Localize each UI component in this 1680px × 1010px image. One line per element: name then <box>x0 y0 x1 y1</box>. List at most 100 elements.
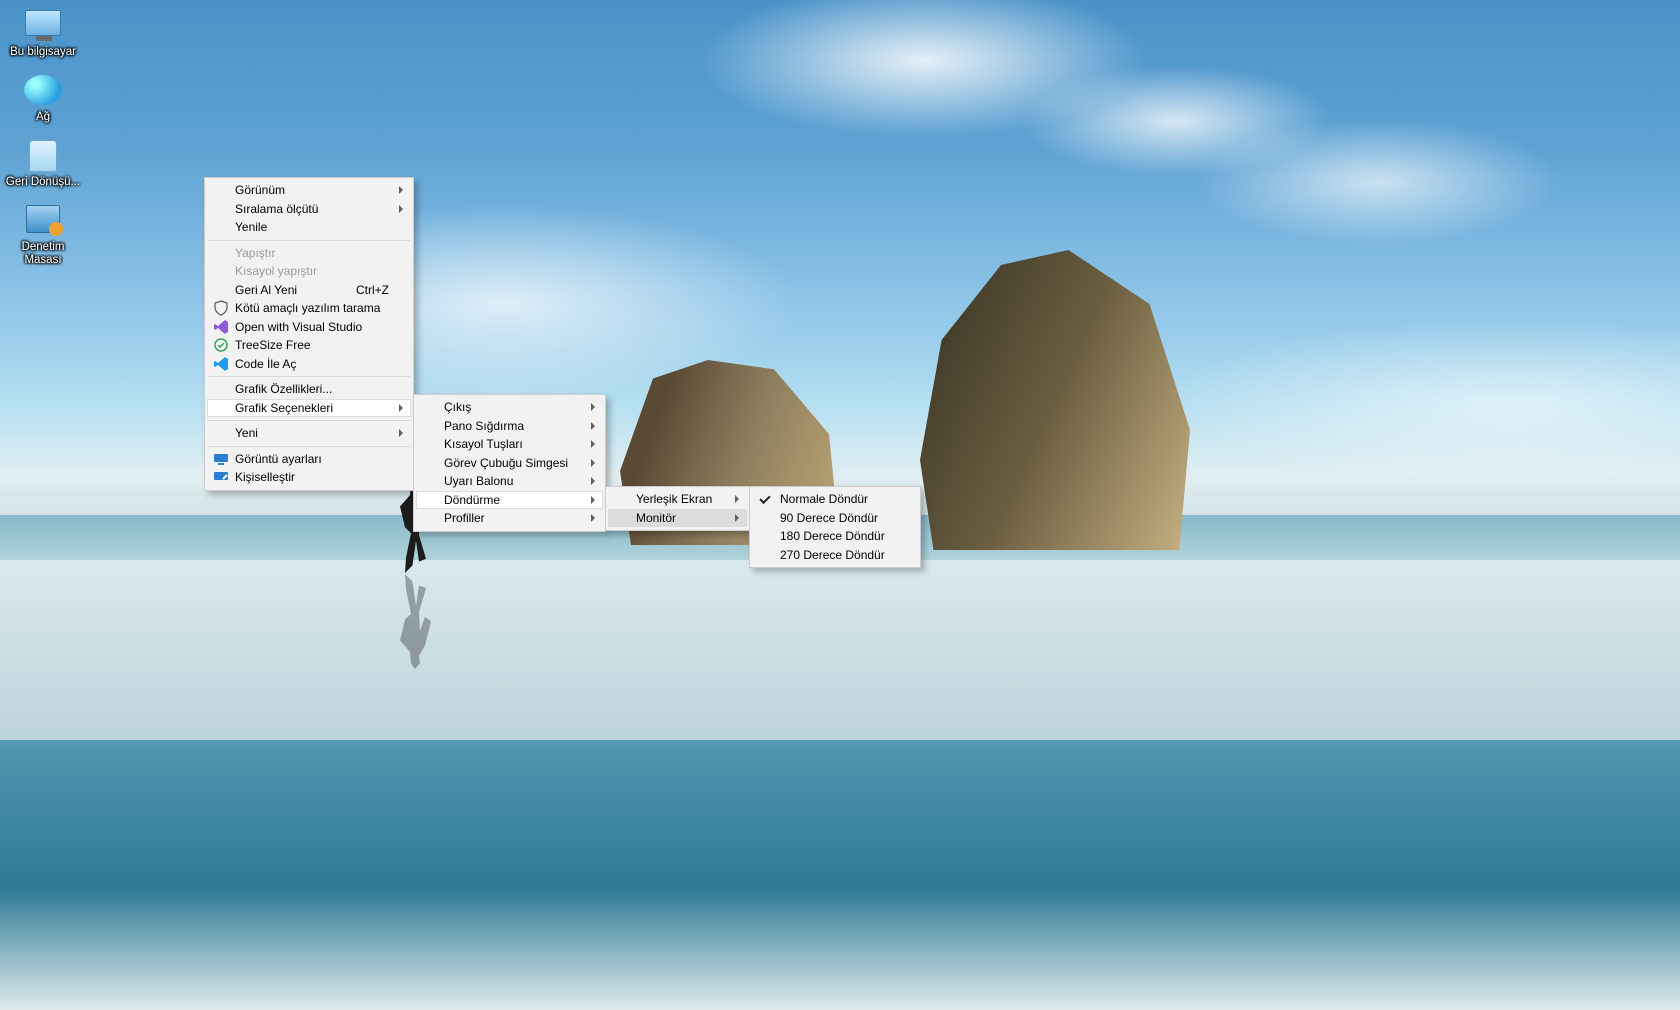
rotation-submenu: Yerleşik Ekran Monitör <box>605 486 750 531</box>
menu-item-label: Çıkış <box>444 400 471 414</box>
checkmark-icon <box>759 493 770 504</box>
desktop-icon-control-panel[interactable]: Denetim Masası <box>4 205 82 267</box>
chevron-right-icon <box>591 477 595 485</box>
vscode-icon <box>213 356 229 372</box>
menu-item-taskbar-icon[interactable]: Görev Çubuğu Simgesi <box>416 454 603 473</box>
menu-item-monitor[interactable]: Monitör <box>608 509 747 528</box>
menu-item-label: Yenile <box>235 220 267 234</box>
menu-item-label: Yapıştır <box>235 246 275 260</box>
menu-item-view[interactable]: Görünüm <box>207 181 411 200</box>
recycle-bin-icon <box>29 140 57 172</box>
menu-separator <box>208 376 410 377</box>
visual-studio-icon <box>213 319 229 335</box>
chevron-right-icon <box>591 440 595 448</box>
menu-item-treesize[interactable]: TreeSize Free <box>207 336 411 355</box>
menu-item-refresh[interactable]: Yenile <box>207 218 411 237</box>
menu-item-label: Geri Al Yeni <box>235 283 297 297</box>
menu-item-label: 90 Derece Döndür <box>780 511 878 525</box>
menu-item-malware-scan[interactable]: Kötü amaçlı yazılım tarama <box>207 299 411 318</box>
network-icon <box>24 75 62 105</box>
menu-item-label: TreeSize Free <box>235 338 311 352</box>
menu-item-rotate-180[interactable]: 180 Derece Döndür <box>752 527 918 546</box>
chevron-right-icon <box>591 514 595 522</box>
desktop-icon-recycle-bin[interactable]: Geri Dönüşü... <box>4 140 82 189</box>
chevron-right-icon <box>399 404 403 412</box>
menu-item-label: Yeni <box>235 426 258 440</box>
menu-item-label: Sıralama ölçütü <box>235 202 318 216</box>
desktop-icon-this-pc[interactable]: Bu bilgisayar <box>4 10 82 59</box>
menu-item-paste: Yapıştır <box>207 244 411 263</box>
menu-item-shortcut: Ctrl+Z <box>326 283 389 297</box>
chevron-right-icon <box>591 403 595 411</box>
chevron-right-icon <box>735 514 739 522</box>
desktop-icon-network[interactable]: Ağ <box>4 75 82 124</box>
menu-item-label: Görünüm <box>235 183 285 197</box>
menu-item-open-visual-studio[interactable]: Open with Visual Studio <box>207 318 411 337</box>
personalize-icon <box>213 469 229 485</box>
menu-item-label: Kısayol Tuşları <box>444 437 523 451</box>
chevron-right-icon <box>399 186 403 194</box>
menu-item-graphics-options[interactable]: Grafik Seçenekleri <box>207 399 411 418</box>
menu-item-builtin-display[interactable]: Yerleşik Ekran <box>608 490 747 509</box>
menu-item-label: Grafik Özellikleri... <box>235 382 332 396</box>
menu-item-label: Grafik Seçenekleri <box>235 401 333 415</box>
menu-item-rotate-normal[interactable]: Normale Döndür <box>752 490 918 509</box>
shield-icon <box>213 300 229 316</box>
menu-item-label: Open with Visual Studio <box>235 320 362 334</box>
menu-item-label: Pano Sığdırma <box>444 419 524 433</box>
menu-item-undo[interactable]: Geri Al Yeni Ctrl+Z <box>207 281 411 300</box>
menu-item-sort-by[interactable]: Sıralama ölçütü <box>207 200 411 219</box>
menu-item-balloon-notification[interactable]: Uyarı Balonu <box>416 472 603 491</box>
menu-item-new[interactable]: Yeni <box>207 424 411 443</box>
menu-item-label: Döndürme <box>444 493 500 507</box>
menu-item-label: Görev Çubuğu Simgesi <box>444 456 568 470</box>
menu-item-rotate-270[interactable]: 270 Derece Döndür <box>752 546 918 565</box>
chevron-right-icon <box>591 422 595 430</box>
menu-item-panel-fit[interactable]: Pano Sığdırma <box>416 417 603 436</box>
menu-item-hotkeys[interactable]: Kısayol Tuşları <box>416 435 603 454</box>
menu-item-display-settings[interactable]: Görüntü ayarları <box>207 450 411 469</box>
desktop-icon-label: Geri Dönüşü... <box>4 176 82 189</box>
menu-item-label: 270 Derece Döndür <box>780 548 885 562</box>
chevron-right-icon <box>591 459 595 467</box>
computer-icon <box>25 10 61 36</box>
desktop-icons: Bu bilgisayar Ağ Geri Dönüşü... Denetim … <box>4 10 84 283</box>
menu-item-label: Yerleşik Ekran <box>636 492 712 506</box>
control-panel-icon <box>26 205 60 233</box>
menu-item-label: Kişiselleştir <box>235 470 295 484</box>
menu-separator <box>208 420 410 421</box>
desktop-icon-label: Ağ <box>4 111 82 124</box>
chevron-right-icon <box>591 496 595 504</box>
display-icon <box>213 451 229 467</box>
menu-item-profiles[interactable]: Profiller <box>416 509 603 528</box>
menu-item-rotation[interactable]: Döndürme <box>416 491 603 510</box>
menu-item-rotate-90[interactable]: 90 Derece Döndür <box>752 509 918 528</box>
menu-item-paste-shortcut: Kısayol yapıştır <box>207 262 411 281</box>
chevron-right-icon <box>735 495 739 503</box>
menu-item-label: 180 Derece Döndür <box>780 529 885 543</box>
desktop-icon-label: Bu bilgisayar <box>4 46 82 59</box>
wallpaper-sand <box>0 560 1680 740</box>
desktop-icon-label: Denetim Masası <box>4 241 82 267</box>
menu-item-label: Normale Döndür <box>780 492 868 506</box>
menu-item-label: Uyarı Balonu <box>444 474 513 488</box>
menu-item-label: Kısayol yapıştır <box>235 264 317 278</box>
menu-item-label: Profiller <box>444 511 485 525</box>
menu-item-open-with-code[interactable]: Code İle Aç <box>207 355 411 374</box>
chevron-right-icon <box>399 429 403 437</box>
monitor-rotation-submenu: Normale Döndür 90 Derece Döndür 180 Dere… <box>749 486 921 568</box>
menu-item-label: Görüntü ayarları <box>235 452 322 466</box>
menu-item-label: Kötü amaçlı yazılım tarama <box>235 301 380 315</box>
desktop-context-menu: Görünüm Sıralama ölçütü Yenile Yapıştır … <box>204 177 414 491</box>
wallpaper-rock-right <box>920 250 1190 550</box>
treesize-icon <box>213 337 229 353</box>
menu-item-label: Monitör <box>636 511 676 525</box>
menu-separator <box>208 446 410 447</box>
menu-item-graphics-properties[interactable]: Grafik Özellikleri... <box>207 380 411 399</box>
menu-item-label: Code İle Aç <box>235 357 296 371</box>
menu-item-output[interactable]: Çıkış <box>416 398 603 417</box>
menu-item-personalize[interactable]: Kişiselleştir <box>207 468 411 487</box>
chevron-right-icon <box>399 205 403 213</box>
graphics-options-submenu: Çıkış Pano Sığdırma Kısayol Tuşları Göre… <box>413 394 606 532</box>
menu-separator <box>208 240 410 241</box>
